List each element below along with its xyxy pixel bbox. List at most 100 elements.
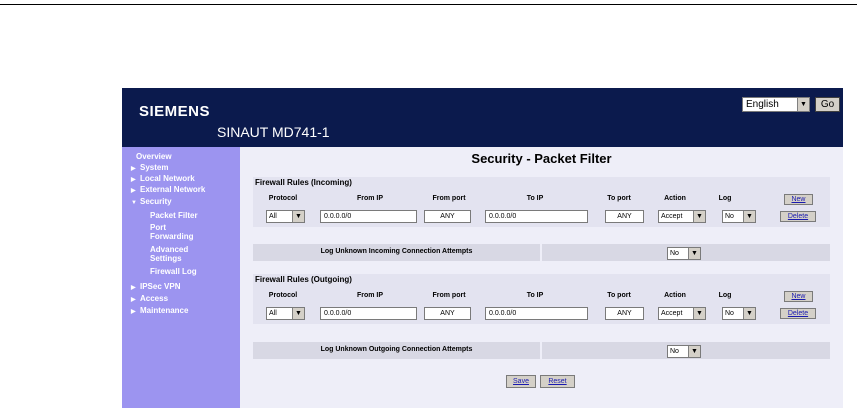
- incoming-new-button[interactable]: New: [784, 194, 813, 205]
- col-from-ip: From IP: [356, 292, 384, 299]
- incoming-log-unknown-value: No: [670, 250, 679, 257]
- reset-button[interactable]: Reset: [540, 375, 575, 388]
- sidebar-item-overview[interactable]: Overview: [136, 152, 172, 161]
- sidebar-item-label: Access: [140, 294, 169, 303]
- outgoing-log-unknown-label: Log Unknown Outgoing Connection Attempts: [320, 346, 473, 353]
- incoming-to-port-input[interactable]: ANY: [605, 210, 644, 223]
- sidebar-item-label: Port: [150, 223, 166, 232]
- outgoing-delete-button[interactable]: Delete: [780, 308, 816, 319]
- col-protocol: Protocol: [268, 292, 298, 299]
- sidebar-item-ipsec-vpn[interactable]: ▶ IPSec VPN: [131, 282, 180, 291]
- sidebar-item-advanced-settings[interactable]: Advanced Settings: [150, 245, 188, 263]
- sidebar-item-label: Maintenance: [140, 306, 189, 315]
- incoming-rules-heading: Firewall Rules (Incoming): [255, 178, 352, 187]
- sidebar-item-label: Overview: [136, 152, 172, 161]
- collapse-arrow-icon: ▼: [131, 200, 137, 206]
- chevron-down-icon: ▼: [688, 346, 700, 357]
- incoming-delete-button[interactable]: Delete: [780, 211, 816, 222]
- main-content: Security - Packet Filter Firewall Rules …: [240, 147, 843, 408]
- row-divider: [540, 244, 542, 261]
- sidebar-item-access[interactable]: ▶ Access: [131, 294, 168, 303]
- chevron-down-icon: ▼: [292, 308, 304, 319]
- expand-arrow-icon: ▶: [131, 285, 136, 291]
- outgoing-to-ip-input[interactable]: 0.0.0.0/0: [485, 307, 588, 320]
- col-to-port: To port: [607, 292, 631, 299]
- incoming-protocol-select[interactable]: All ▼: [266, 210, 305, 223]
- sidebar-item-firewall-log[interactable]: Firewall Log: [150, 267, 197, 276]
- col-log: Log: [718, 195, 732, 202]
- save-button[interactable]: Save: [506, 375, 536, 388]
- outgoing-log-unknown-value: No: [670, 348, 679, 355]
- outgoing-action-select[interactable]: Accept ▼: [658, 307, 706, 320]
- chevron-down-icon: ▼: [688, 248, 700, 259]
- language-value: English: [746, 99, 779, 110]
- col-action: Action: [664, 195, 686, 202]
- expand-arrow-icon: ▶: [131, 309, 136, 315]
- sidebar-item-label: Security: [140, 197, 172, 206]
- chevron-down-icon: ▼: [292, 211, 304, 222]
- app-frame: SIEMENS SINAUT MD741-1 English ▼ Go Over…: [122, 88, 843, 408]
- sidebar-item-label: Forwarding: [150, 232, 194, 241]
- incoming-log-unknown-label: Log Unknown Incoming Connection Attempts: [320, 248, 473, 255]
- outgoing-action-value: Accept: [661, 310, 683, 317]
- sidebar-item-label: External Network: [140, 185, 206, 194]
- col-action: Action: [664, 292, 686, 299]
- incoming-action-value: Accept: [661, 213, 683, 220]
- col-to-ip: To IP: [526, 292, 544, 299]
- brand-logo: SIEMENS: [139, 103, 211, 120]
- outgoing-rules-heading: Firewall Rules (Outgoing): [255, 275, 352, 284]
- outgoing-from-ip-input[interactable]: 0.0.0.0/0: [320, 307, 417, 320]
- sidebar-item-label: System: [140, 163, 169, 172]
- expand-arrow-icon: ▶: [131, 177, 136, 183]
- col-protocol: Protocol: [268, 195, 298, 202]
- outgoing-from-port-input[interactable]: ANY: [424, 307, 471, 320]
- col-from-ip: From IP: [356, 195, 384, 202]
- incoming-from-port-input[interactable]: ANY: [424, 210, 471, 223]
- header: SIEMENS SINAUT MD741-1 English ▼ Go: [122, 88, 843, 147]
- sidebar-item-label: Advanced: [150, 245, 189, 254]
- outgoing-rules-section: Firewall Rules (Outgoing) Protocol From …: [253, 274, 830, 324]
- sidebar-item-external-network[interactable]: ▶ External Network: [131, 185, 205, 194]
- incoming-to-ip-input[interactable]: 0.0.0.0/0: [485, 210, 588, 223]
- col-to-port: To port: [607, 195, 631, 202]
- sidebar-item-label: Packet Filter: [150, 211, 198, 220]
- outgoing-new-button[interactable]: New: [784, 291, 813, 302]
- incoming-log-unknown-row: Log Unknown Incoming Connection Attempts…: [253, 244, 830, 261]
- col-log: Log: [718, 292, 732, 299]
- incoming-log-unknown-select[interactable]: No ▼: [667, 247, 701, 260]
- language-select[interactable]: English ▼: [742, 97, 810, 112]
- page-title: Security - Packet Filter: [471, 151, 612, 166]
- outgoing-to-port-input[interactable]: ANY: [605, 307, 644, 320]
- incoming-rules-section: Firewall Rules (Incoming) Protocol From …: [253, 177, 830, 227]
- sidebar-item-label: Settings: [150, 254, 182, 263]
- outgoing-protocol-value: All: [269, 310, 277, 317]
- chevron-down-icon: ▼: [797, 98, 809, 111]
- col-to-ip: To IP: [526, 195, 544, 202]
- sidebar-item-maintenance[interactable]: ▶ Maintenance: [131, 306, 188, 315]
- col-from-port: From port: [432, 195, 466, 202]
- col-from-port: From port: [432, 292, 466, 299]
- sidebar-item-local-network[interactable]: ▶ Local Network: [131, 174, 195, 183]
- sidebar-item-label: Firewall Log: [150, 267, 197, 276]
- incoming-from-ip-input[interactable]: 0.0.0.0/0: [320, 210, 417, 223]
- incoming-log-select[interactable]: No ▼: [722, 210, 756, 223]
- sidebar-item-security[interactable]: ▼ Security: [131, 197, 172, 206]
- outgoing-log-select[interactable]: No ▼: [722, 307, 756, 320]
- sidebar-item-port-forwarding[interactable]: Port Forwarding: [150, 223, 194, 241]
- go-button[interactable]: Go: [815, 97, 840, 112]
- expand-arrow-icon: ▶: [131, 166, 136, 172]
- chevron-down-icon: ▼: [693, 308, 705, 319]
- outgoing-log-unknown-row: Log Unknown Outgoing Connection Attempts…: [253, 342, 830, 359]
- expand-arrow-icon: ▶: [131, 297, 136, 303]
- expand-arrow-icon: ▶: [131, 188, 136, 194]
- outgoing-protocol-select[interactable]: All ▼: [266, 307, 305, 320]
- product-name: SINAUT MD741-1: [217, 124, 330, 140]
- chevron-down-icon: ▼: [743, 308, 755, 319]
- sidebar-item-packet-filter[interactable]: Packet Filter: [150, 211, 198, 220]
- sidebar-item-label: IPSec VPN: [140, 282, 181, 291]
- incoming-action-select[interactable]: Accept ▼: [658, 210, 706, 223]
- outgoing-log-unknown-select[interactable]: No ▼: [667, 345, 701, 358]
- sidebar: Overview ▶ System ▶ Local Network ▶ Externa…: [122, 147, 240, 408]
- row-divider: [540, 342, 542, 359]
- sidebar-item-system[interactable]: ▶ System: [131, 163, 168, 172]
